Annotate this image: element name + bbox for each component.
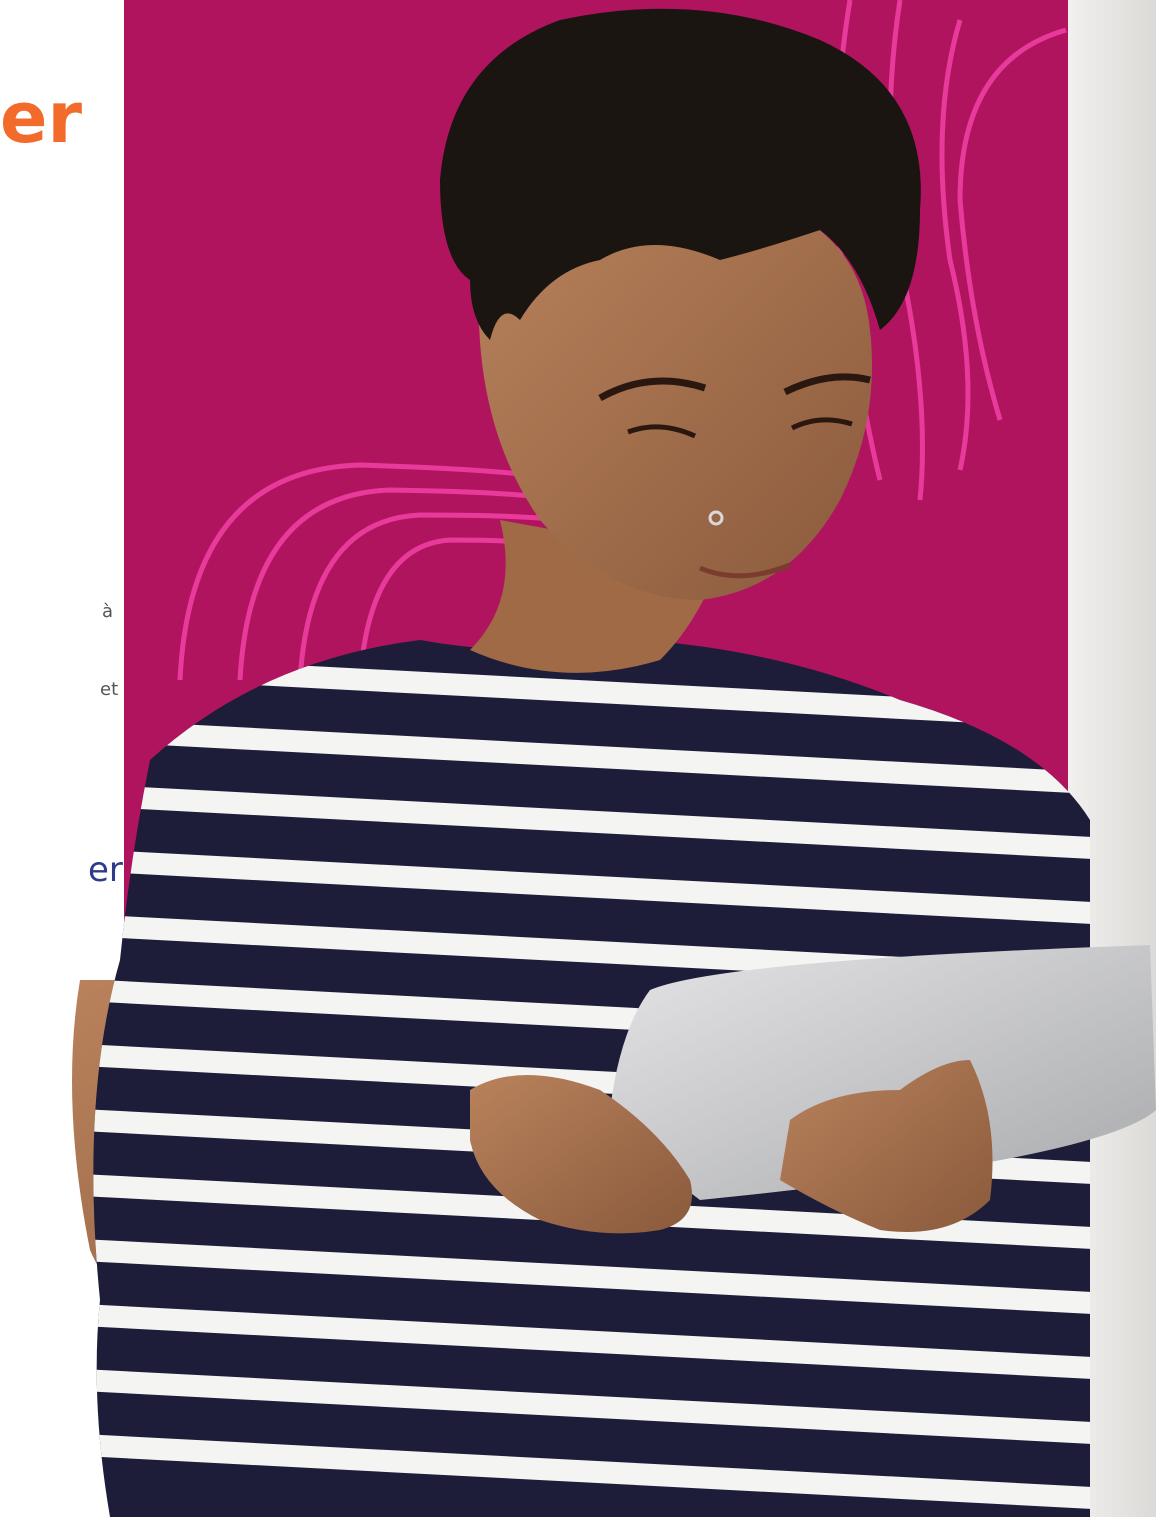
hero-photo (72, 0, 1156, 1517)
